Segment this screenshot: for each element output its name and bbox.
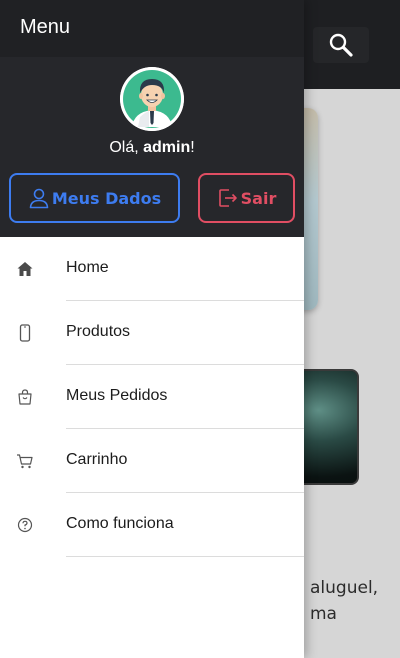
nav-item-carrinho[interactable]: Carrinho	[0, 429, 304, 493]
search-icon	[329, 33, 353, 57]
logout-button-label: Sair	[240, 188, 277, 208]
user-avatar-icon	[120, 67, 184, 131]
nav-item-label: Produtos	[66, 323, 131, 340]
nav-item-home[interactable]: Home	[0, 237, 304, 301]
greeting-text: Olá, admin!	[0, 139, 304, 157]
nav-item-meus-pedidos[interactable]: Meus Pedidos	[0, 365, 304, 429]
cart-icon	[16, 452, 34, 470]
greeting-prefix: Olá,	[109, 139, 144, 156]
nav-item-label: Como funciona	[66, 515, 174, 532]
nav-item-label: Home	[66, 259, 109, 276]
divider	[66, 556, 304, 557]
nav-item-label: Meus Pedidos	[66, 387, 168, 404]
nav-item-como-funciona[interactable]: Como funciona	[0, 493, 304, 557]
user-icon	[29, 188, 49, 209]
navigation-drawer: Menu Olá, admin! Meus Dados Sair Home Pr…	[0, 0, 304, 658]
nav-item-produtos[interactable]: Produtos	[0, 301, 304, 365]
logout-button[interactable]: Sair	[198, 173, 295, 223]
menu-bar: Menu	[0, 0, 304, 57]
help-circle-icon	[16, 516, 34, 534]
username: admin	[143, 139, 191, 156]
my-data-button-label: Meus Dados	[51, 188, 162, 208]
shopping-bag-icon	[16, 388, 34, 406]
search-button[interactable]	[313, 27, 369, 63]
greeting-suffix: !	[190, 139, 195, 156]
avatar	[120, 67, 184, 131]
smartphone-icon	[16, 324, 34, 342]
my-data-button[interactable]: Meus Dados	[9, 173, 180, 223]
drawer-nav-list: Home Produtos Meus Pedidos Carrinho Como…	[0, 237, 304, 557]
logout-icon	[218, 189, 237, 207]
menu-title: Menu	[20, 16, 71, 38]
background-partial-text: aluguel, ma	[310, 578, 379, 624]
home-icon	[16, 260, 34, 278]
drawer-header: Menu Olá, admin! Meus Dados Sair	[0, 0, 304, 237]
nav-item-label: Carrinho	[66, 451, 128, 468]
